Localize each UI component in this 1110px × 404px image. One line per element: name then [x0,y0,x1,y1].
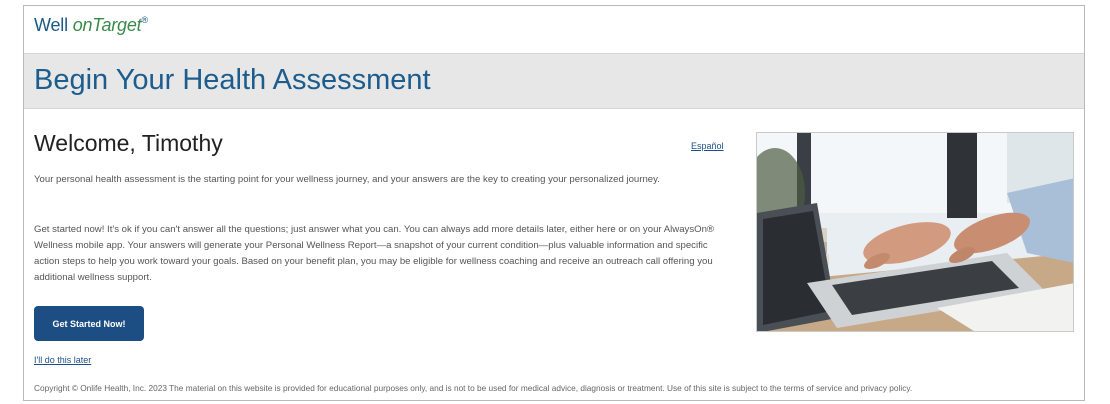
brand-logo-trademark: ® [141,15,148,25]
intro-paragraph: Your personal health assessment is the s… [34,174,660,185]
laptop-typing-photo [756,132,1074,332]
photo-illustration [757,133,1073,331]
brand-logo[interactable]: Well onTarget® [34,15,148,36]
language-link-espanol[interactable]: Español [691,141,724,151]
page-banner: Begin Your Health Assessment [24,53,1084,109]
page-frame: Well onTarget® Begin Your Health Assessm… [23,5,1085,401]
page-title: Begin Your Health Assessment [34,64,431,96]
copyright-text: Copyright © Onlife Health, Inc. 2023 The… [34,383,913,393]
get-started-button[interactable]: Get Started Now! [34,306,144,341]
brand-logo-part2: onTarget [72,15,142,35]
brand-logo-part1: Well [34,15,73,35]
welcome-heading: Welcome, Timothy [34,130,223,156]
details-paragraph: Get started now! It's ok if you can't an… [34,224,714,283]
do-later-link[interactable]: I'll do this later [34,355,91,365]
